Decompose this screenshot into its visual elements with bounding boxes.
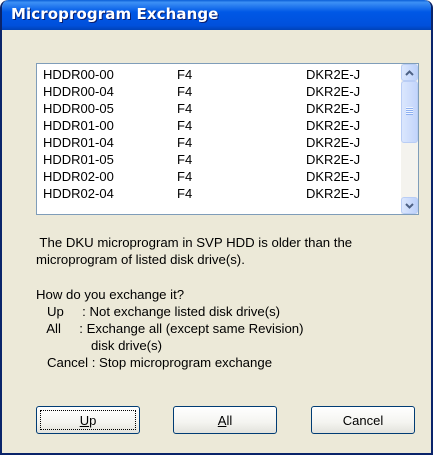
drive-type-cell: DKR2E-J bbox=[306, 84, 361, 99]
question-text: How do you exchange it? bbox=[36, 287, 185, 302]
message-line-1: The DKU microprogram in SVP HDD is older… bbox=[36, 235, 353, 250]
all-button[interactable]: All bbox=[173, 406, 277, 434]
list-item[interactable]: HDDR01-05 F4 DKR2E-J bbox=[39, 151, 400, 168]
option-cancel-text: Cancel : Stop microprogram exchange bbox=[36, 355, 273, 370]
revision-cell: F4 bbox=[177, 186, 193, 201]
drive-id-cell: HDDR00-00 bbox=[43, 67, 114, 82]
grip-icon bbox=[406, 107, 413, 115]
drive-type-cell: DKR2E-J bbox=[306, 118, 361, 133]
option-all-text-2: disk drive(s) bbox=[36, 338, 163, 353]
drive-id-cell: HDDR02-04 bbox=[43, 186, 114, 201]
drive-type-cell: DKR2E-J bbox=[306, 169, 361, 184]
vertical-scrollbar[interactable] bbox=[401, 64, 418, 214]
list-item[interactable]: HDDR00-00 F4 DKR2E-J bbox=[39, 66, 400, 83]
options-description: How do you exchange it? Up : Not exchang… bbox=[36, 286, 426, 371]
option-up-text: Up : Not exchange listed disk drive(s) bbox=[36, 304, 281, 319]
drive-id-cell: HDDR01-05 bbox=[43, 152, 114, 167]
up-button[interactable]: Up bbox=[36, 406, 140, 434]
message-line-2: microprogram of listed disk drive(s). bbox=[36, 252, 245, 267]
drive-id-cell: HDDR01-00 bbox=[43, 118, 114, 133]
list-item[interactable]: HDDR01-00 F4 DKR2E-J bbox=[39, 117, 400, 134]
all-button-label: All bbox=[218, 413, 232, 428]
revision-cell: F4 bbox=[177, 84, 193, 99]
option-all-text-1: All : Exchange all (except same Revision… bbox=[36, 321, 304, 336]
drive-listbox[interactable]: HDDR00-00 F4 DKR2E-J HDDR00-04 F4 DKR2E-J HDDR… bbox=[36, 63, 419, 215]
list-item[interactable]: HDDR00-05 F4 DKR2E-J bbox=[39, 100, 400, 117]
revision-cell: F4 bbox=[177, 169, 193, 184]
drive-type-cell: DKR2E-J bbox=[306, 135, 361, 150]
drive-type-cell: DKR2E-J bbox=[306, 186, 361, 201]
warning-message: The DKU microprogram in SVP HDD is older… bbox=[36, 234, 426, 268]
list-item[interactable]: HDDR02-00 F4 DKR2E-J bbox=[39, 168, 400, 185]
revision-cell: F4 bbox=[177, 101, 193, 116]
chevron-down-icon bbox=[405, 202, 414, 209]
window-title: Microprogram Exchange bbox=[11, 5, 219, 23]
scroll-down-button[interactable] bbox=[401, 197, 418, 214]
drive-type-cell: DKR2E-J bbox=[306, 101, 361, 116]
drive-id-cell: HDDR00-04 bbox=[43, 84, 114, 99]
title-bar[interactable]: Microprogram Exchange bbox=[2, 0, 431, 30]
scroll-thumb[interactable] bbox=[401, 81, 418, 143]
cancel-button-label: Cancel bbox=[342, 412, 384, 428]
revision-cell: F4 bbox=[177, 67, 193, 82]
all-button-label-rest: ll bbox=[226, 412, 233, 428]
scroll-up-button[interactable] bbox=[401, 64, 418, 81]
drive-id-cell: HDDR02-00 bbox=[43, 169, 114, 184]
cancel-button[interactable]: Cancel bbox=[311, 406, 415, 434]
list-item[interactable]: HDDR00-04 F4 DKR2E-J bbox=[39, 83, 400, 100]
revision-cell: F4 bbox=[177, 135, 193, 150]
revision-cell: F4 bbox=[177, 118, 193, 133]
revision-cell: F4 bbox=[177, 152, 193, 167]
list-item[interactable]: HDDR02-04 F4 DKR2E-J bbox=[39, 185, 400, 202]
drive-id-cell: HDDR00-05 bbox=[43, 101, 114, 116]
chevron-up-icon bbox=[405, 69, 414, 76]
drive-list-rows: HDDR00-00 F4 DKR2E-J HDDR00-04 F4 DKR2E-J HDDR… bbox=[39, 66, 400, 202]
microprogram-exchange-dialog: Microprogram Exchange HDDR00-00 F4 DKR2E-J… bbox=[0, 0, 433, 455]
drive-type-cell: DKR2E-J bbox=[306, 152, 361, 167]
drive-type-cell: DKR2E-J bbox=[306, 67, 361, 82]
drive-id-cell: HDDR01-04 bbox=[43, 135, 114, 150]
focus-ring bbox=[40, 410, 136, 430]
list-item[interactable]: HDDR01-04 F4 DKR2E-J bbox=[39, 134, 400, 151]
